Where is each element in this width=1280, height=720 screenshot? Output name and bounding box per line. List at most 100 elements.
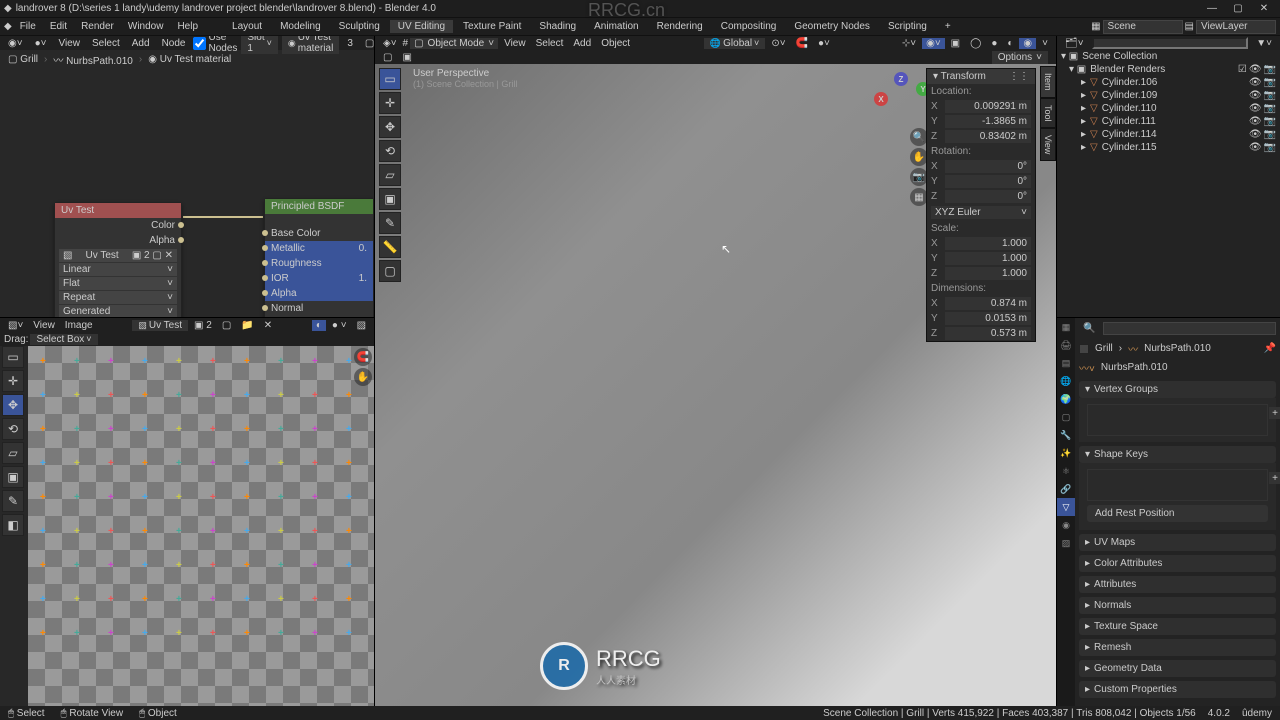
editor-type-outliner[interactable]: 🗂˅	[1061, 38, 1088, 49]
item-render-icon[interactable]: 📷	[1264, 77, 1276, 88]
ws-compositing[interactable]: Compositing	[713, 20, 785, 33]
prop-tab-output[interactable]: 🖨	[1057, 336, 1075, 354]
nh-add[interactable]: Add	[128, 38, 154, 49]
img-out-alpha[interactable]: Alpha	[149, 235, 175, 246]
uv-channels[interactable]: ● ˅	[328, 320, 351, 331]
tool-annotate[interactable]: ✎	[379, 212, 401, 234]
viewport-options[interactable]: Options˅	[992, 51, 1048, 64]
menu-help[interactable]: Help	[171, 20, 204, 33]
mode-select[interactable]: ▢Object Mode˅	[410, 38, 498, 49]
prop-tab-physics[interactable]: ⚛	[1057, 462, 1075, 480]
scale-x[interactable]: 1.000	[945, 237, 1031, 250]
vp-select[interactable]: Select	[532, 38, 568, 49]
bc-material[interactable]: ◉ Uv Test material	[148, 54, 231, 65]
nh-select[interactable]: Select	[88, 38, 124, 49]
item-render-icon[interactable]: 📷	[1264, 129, 1276, 140]
shader-type[interactable]: ●˅	[31, 38, 51, 49]
prop-tab-data[interactable]: ▽	[1057, 498, 1075, 516]
nh-view[interactable]: View	[54, 38, 84, 49]
item-eye-icon[interactable]: 👁	[1249, 129, 1262, 140]
img-ext[interactable]: Repeat˅	[59, 291, 177, 304]
vp-object[interactable]: Object	[597, 38, 634, 49]
close-button[interactable]: ✕	[1252, 2, 1276, 16]
uv-tool-transform[interactable]: ▣	[2, 466, 24, 488]
bsdf-roughness[interactable]: Roughness	[271, 258, 322, 269]
shade-solid[interactable]: ●	[987, 38, 1001, 49]
uv-tool-tweak[interactable]: ▭	[2, 346, 24, 368]
bsdf-basecolor[interactable]: Base Color	[271, 228, 320, 239]
loc-y[interactable]: -1.3865 m	[945, 115, 1031, 128]
item-eye-icon[interactable]: 👁	[1249, 103, 1262, 114]
tree-item[interactable]: ▸▽Cylinder.114👁📷	[1057, 128, 1280, 141]
tree-collection[interactable]: ▾ ▣Blender Renders☑👁📷	[1057, 63, 1280, 76]
orbit-gizmo[interactable]: ZXY	[878, 76, 926, 124]
viewlayer-field[interactable]	[1196, 20, 1276, 34]
tool-move[interactable]: ✥	[379, 116, 401, 138]
rot-x[interactable]: 0°	[945, 160, 1031, 173]
panel-shape-keys[interactable]: ▾ Shape Keys	[1079, 446, 1276, 463]
props-data-name[interactable]: NurbsPath.010	[1101, 362, 1168, 373]
dim-y[interactable]: 0.0153 m	[945, 312, 1031, 325]
img-name-field[interactable]: ▧Uv Test▣ 2 ▢ ✕	[59, 249, 177, 262]
panel-custom-properties[interactable]: ▸ Custom Properties	[1079, 681, 1276, 698]
panel-remesh[interactable]: ▸ Remesh	[1079, 639, 1276, 656]
tool-measure[interactable]: 📏	[379, 236, 401, 258]
ws-uv-editing[interactable]: UV Editing	[390, 20, 453, 33]
prop-tab-render[interactable]: ▦	[1057, 318, 1075, 336]
ws-sculpting[interactable]: Sculpting	[331, 20, 388, 33]
prop-tab-material[interactable]: ◉	[1057, 516, 1075, 534]
shader-editor[interactable]: ◉˅ ●˅ View Select Add Node Use Nodes Slo…	[0, 36, 375, 318]
bsdf-metallic[interactable]: Metallic	[271, 243, 305, 254]
uv-view[interactable]: View	[29, 320, 59, 331]
node-image-texture[interactable]: Uv Test Color Alpha ▧Uv Test▣ 2 ▢ ✕ Line…	[54, 202, 182, 318]
uv-image-select[interactable]: ▧ Uv Test	[132, 320, 188, 331]
shade-matprev[interactable]: ◐	[1003, 38, 1017, 49]
editor-type-3d[interactable]: ◈˅	[379, 38, 401, 49]
prop-tab-world[interactable]: 🌍	[1057, 390, 1075, 408]
prop-tab-object[interactable]: ▢	[1057, 408, 1075, 426]
overlays-toggle[interactable]: ◉˅	[922, 38, 945, 49]
dim-x[interactable]: 0.874 m	[945, 297, 1031, 310]
props-search-icon[interactable]: 🔍	[1079, 323, 1099, 334]
tool-rotate[interactable]: ⟲	[379, 140, 401, 162]
node-principled-bsdf[interactable]: Principled BSDF Base Color Metallic0. Ro…	[264, 198, 374, 318]
dim-z[interactable]: 0.573 m	[945, 327, 1031, 340]
ws-animation[interactable]: Animation	[586, 20, 646, 33]
tree-item[interactable]: ▸▽Cylinder.111👁📷	[1057, 115, 1280, 128]
ws-modeling[interactable]: Modeling	[272, 20, 329, 33]
img-out-color[interactable]: Color	[151, 220, 175, 231]
tool-cursor[interactable]: ✛	[379, 92, 401, 114]
npanel-tab-tool[interactable]: Tool	[1040, 98, 1056, 129]
outliner-filter[interactable]: ▼˅	[1252, 38, 1276, 49]
item-eye-icon[interactable]: 👁	[1249, 142, 1262, 153]
menu-render[interactable]: Render	[75, 20, 120, 33]
npanel-tab-item[interactable]: Item	[1040, 66, 1056, 98]
viewport-3d[interactable]: ◈˅ # ▢Object Mode˅ View Select Add Objec…	[375, 36, 1057, 706]
tool-settings-icon[interactable]: ▢	[379, 52, 396, 63]
nh-node[interactable]: Node	[158, 38, 190, 49]
shade-wire[interactable]: ◯	[966, 38, 985, 49]
tool-select-box[interactable]: ▭	[379, 68, 401, 90]
ws-shading[interactable]: Shading	[531, 20, 584, 33]
pivot-point[interactable]: ⊙˅	[767, 38, 789, 49]
menu-window[interactable]: Window	[122, 20, 170, 33]
add-rest-position[interactable]: Add Rest Position	[1087, 505, 1268, 522]
add-workspace[interactable]: +	[937, 20, 959, 33]
uv-view-mode[interactable]: ◐	[312, 320, 326, 331]
vg-add[interactable]: +	[1269, 407, 1280, 419]
panel-normals[interactable]: ▸ Normals	[1079, 597, 1276, 614]
loc-x[interactable]: 0.009291 m	[945, 100, 1031, 113]
properties-editor[interactable]: ▦ 🖨 ▤ 🌐 🌍 ▢ 🔧 ✨ ⚛ 🔗 ▽ ◉ ▨ 🔍 Grill › 〰Nur…	[1057, 318, 1280, 706]
vp-view[interactable]: View	[500, 38, 530, 49]
uv-image[interactable]: Image	[61, 320, 97, 331]
outliner[interactable]: 🗂˅ ▼˅ ▾ ▣Scene Collection ▾ ▣Blender Ren…	[1057, 36, 1280, 318]
coll-exclude-icon[interactable]: ☑	[1238, 64, 1247, 75]
tool-add-cube[interactable]: ▢	[379, 260, 401, 282]
sk-add[interactable]: +	[1269, 472, 1280, 484]
prop-tab-constraints[interactable]: 🔗	[1057, 480, 1075, 498]
uv-img-open[interactable]: 📁	[237, 320, 257, 331]
item-render-icon[interactable]: 📷	[1264, 116, 1276, 127]
scale-z[interactable]: 1.000	[945, 267, 1031, 280]
uv-img-new[interactable]: ▢	[218, 320, 235, 331]
loc-z[interactable]: 0.83402 m	[945, 130, 1031, 143]
